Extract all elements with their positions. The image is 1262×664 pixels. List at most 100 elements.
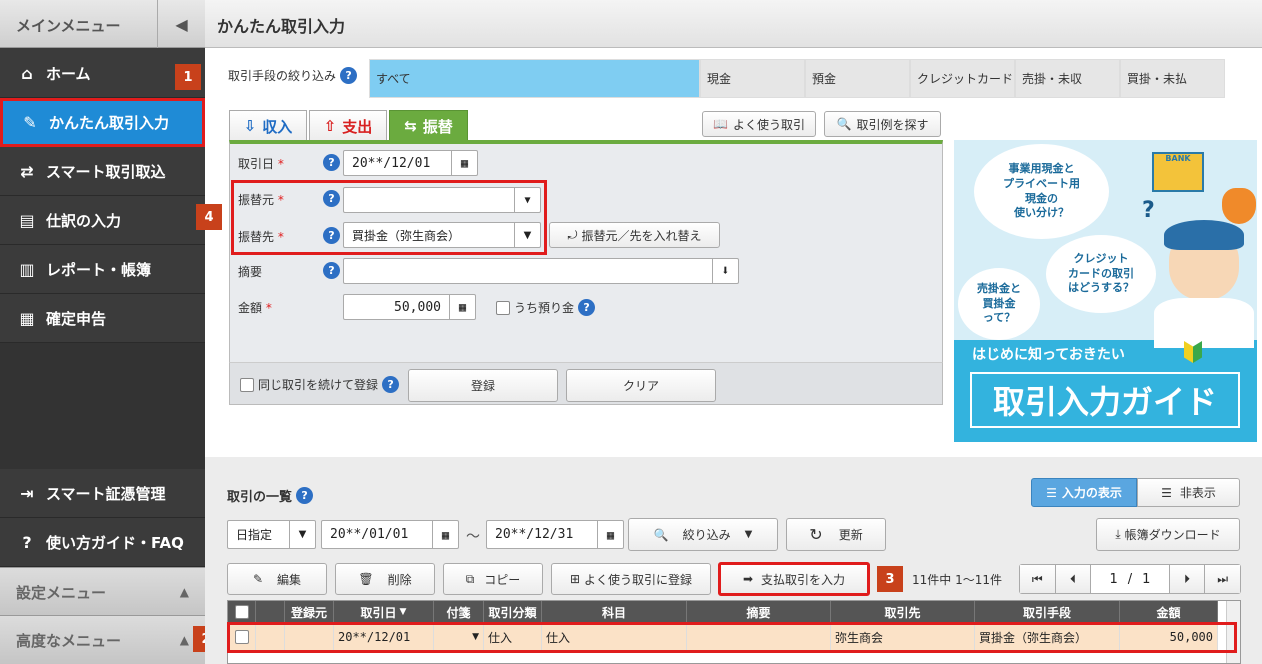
help-icon[interactable]: ?: [323, 154, 340, 171]
edit-button[interactable]: ✎ 編集: [227, 563, 327, 595]
tab-transfer[interactable]: ⇆ 振替: [389, 110, 468, 141]
select-all-cell: [228, 601, 256, 623]
register-button[interactable]: 登録: [408, 369, 558, 402]
copy-button-label: コピー: [484, 572, 521, 587]
refresh-button[interactable]: ↻ 更新: [786, 518, 886, 551]
filter-button[interactable]: 🔍 絞り込み ▼: [628, 518, 778, 551]
advanced-menu[interactable]: 高度なメニュー ▲: [0, 615, 205, 664]
date-input[interactable]: 20**/12/01 ▦: [343, 150, 478, 176]
collapse-sidebar-button[interactable]: ◀: [157, 0, 205, 48]
help-icon[interactable]: ?: [382, 376, 400, 393]
tab-transfer-label: 振替: [422, 117, 453, 136]
favorite-transactions-label: よく使う取引: [732, 117, 805, 132]
memo-input[interactable]: ⬇: [343, 258, 739, 284]
sidebar-item-smart-docs[interactable]: ⇥ スマート証憑管理: [0, 469, 205, 518]
clear-button[interactable]: クリア: [566, 369, 716, 402]
filter-tab-cash[interactable]: 現金: [700, 59, 805, 98]
range-type-select[interactable]: 日指定 ▼: [227, 520, 316, 549]
tab-income[interactable]: ⇩ 収入: [229, 110, 307, 141]
favorite-transactions-button[interactable]: 📖 よく使う取引: [702, 111, 816, 137]
sidebar-item-easy-entry[interactable]: ✎ かんたん取引入力: [0, 98, 205, 147]
help-icon[interactable]: ?: [323, 227, 340, 244]
repeat-checkbox-group[interactable]: 同じ取引を続けて登録?: [240, 376, 400, 393]
copy-button[interactable]: ⧉ コピー: [443, 563, 543, 595]
filter-tab-receivable[interactable]: 売掛・未収: [1015, 59, 1120, 98]
filter-tab-deposit[interactable]: 預金: [805, 59, 910, 98]
filter-tab-payable[interactable]: 買掛・未払: [1120, 59, 1225, 98]
chevron-down-icon: ▼: [514, 223, 540, 247]
date-from-input[interactable]: 20**/01/01 ▦: [321, 520, 459, 549]
sidebar-item-label: 仕訳の入力: [46, 211, 122, 230]
filter-tab-all[interactable]: すべて: [369, 59, 700, 98]
guide-banner[interactable]: 事業用現金と プライベート用 現金の 使い分け？ クレジット カードの取引 はど…: [954, 140, 1257, 442]
date-to-input[interactable]: 20**/12/31 ▦: [486, 520, 624, 549]
last-page-button[interactable]: ⏭: [1204, 565, 1240, 593]
first-page-button[interactable]: ⏮: [1020, 565, 1056, 593]
column-header-source[interactable]: 登録元: [285, 601, 334, 623]
sidebar-item-tax-return[interactable]: ▦ 確定申告: [0, 294, 205, 343]
date-value: 20**/12/01: [352, 155, 431, 171]
list-icon: ☰: [1161, 485, 1172, 500]
banner-bubble-receivable: 売掛金と 買掛金 って？: [958, 268, 1040, 340]
transfer-from-select[interactable]: ▼: [343, 187, 541, 213]
calendar-icon[interactable]: ▦: [451, 151, 477, 175]
column-header-account[interactable]: 科目: [542, 601, 687, 623]
column-header-category[interactable]: 取引分類: [484, 601, 542, 623]
view-show-button[interactable]: ☰ 入力の表示: [1031, 478, 1137, 507]
current-page[interactable]: 1: [1110, 572, 1118, 587]
tab-income-label: 収入: [262, 117, 293, 136]
filter-tab-credit[interactable]: クレジットカード: [910, 59, 1015, 98]
next-page-icon: ⏵: [1183, 571, 1190, 586]
calendar-icon[interactable]: ▦: [432, 521, 458, 548]
column-header-memo[interactable]: 摘要: [687, 601, 831, 623]
transfer-icon: ⇆: [404, 117, 417, 135]
transfer-to-value: 買掛金（弥生商会）: [352, 228, 461, 243]
swap-button[interactable]: ⤾ 振替元／先を入れ替え: [549, 222, 720, 248]
column-header-tag[interactable]: 付箋: [434, 601, 484, 623]
repeat-checkbox[interactable]: [240, 377, 254, 392]
deposit-checkbox[interactable]: [496, 300, 510, 315]
amount-input[interactable]: 50,000 ▦: [343, 294, 476, 320]
sidebar-item-reports[interactable]: ▥ レポート・帳簿: [0, 245, 205, 294]
page-indicator: 1 / 1: [1091, 565, 1168, 593]
delete-button[interactable]: 🗑 削除: [335, 563, 435, 595]
help-icon[interactable]: ?: [296, 487, 314, 504]
transfer-to-select[interactable]: 買掛金（弥生商会） ▼: [343, 222, 541, 248]
find-example-button[interactable]: 🔍 取引例を探す: [824, 111, 941, 137]
next-page-button[interactable]: ⏵: [1168, 565, 1205, 593]
help-icon[interactable]: ?: [578, 299, 596, 316]
help-icon[interactable]: ?: [340, 67, 358, 84]
home-icon: ⌂: [21, 63, 33, 83]
record-count: 11件中 1～11件: [912, 573, 1002, 587]
trash-icon: 🗑: [358, 572, 374, 586]
payment-entry-button[interactable]: ➡ 支払取引を入力: [718, 562, 870, 596]
chevron-up-icon: ▲: [179, 633, 189, 647]
list-icon: ☰: [1046, 485, 1057, 500]
find-example-label: 取引例を探す: [856, 117, 929, 132]
calendar-icon[interactable]: ▦: [597, 521, 623, 548]
sidebar-header: メインメニュー ◀: [0, 0, 205, 48]
column-header-amount[interactable]: 金額: [1120, 601, 1218, 623]
column-header-method[interactable]: 取引手段: [975, 601, 1120, 623]
tab-expense[interactable]: ⇧ 支出: [309, 110, 387, 141]
select-all-checkbox[interactable]: [234, 605, 249, 619]
register-favorite-button[interactable]: ⊞ よく使う取引に登録: [551, 563, 711, 595]
search-icon: 🔍: [653, 527, 669, 542]
swap-button-label: 振替元／先を入れ替え: [581, 228, 702, 243]
column-header-date[interactable]: 取引日 ▼: [334, 601, 434, 623]
prev-page-button[interactable]: ⏴: [1055, 565, 1092, 593]
deposit-checkbox-group[interactable]: うち預り金?: [496, 299, 596, 316]
sidebar-item-smart-import[interactable]: ⇄ スマート取引取込: [0, 147, 205, 196]
sidebar-item-journal[interactable]: ▤ 仕訳の入力: [0, 196, 205, 245]
column-header-partner[interactable]: 取引先: [831, 601, 975, 623]
banner-bubble-cash: 事業用現金と プライベート用 現金の 使い分け？: [974, 144, 1109, 239]
help-icon[interactable]: ?: [323, 190, 340, 207]
view-hide-button[interactable]: ☰ 非表示: [1137, 478, 1240, 507]
calculator-icon[interactable]: ▦: [449, 295, 475, 319]
from-label: 振替元 *: [238, 191, 284, 208]
help-icon[interactable]: ?: [323, 262, 340, 279]
arrow-down-icon[interactable]: ⬇: [712, 259, 738, 283]
sidebar-item-guide-faq[interactable]: ? 使い方ガイド・FAQ: [0, 518, 205, 567]
download-ledger-button[interactable]: ⤓ 帳簿ダウンロード: [1096, 518, 1240, 551]
settings-menu[interactable]: 設定メニュー ▲: [0, 567, 205, 616]
